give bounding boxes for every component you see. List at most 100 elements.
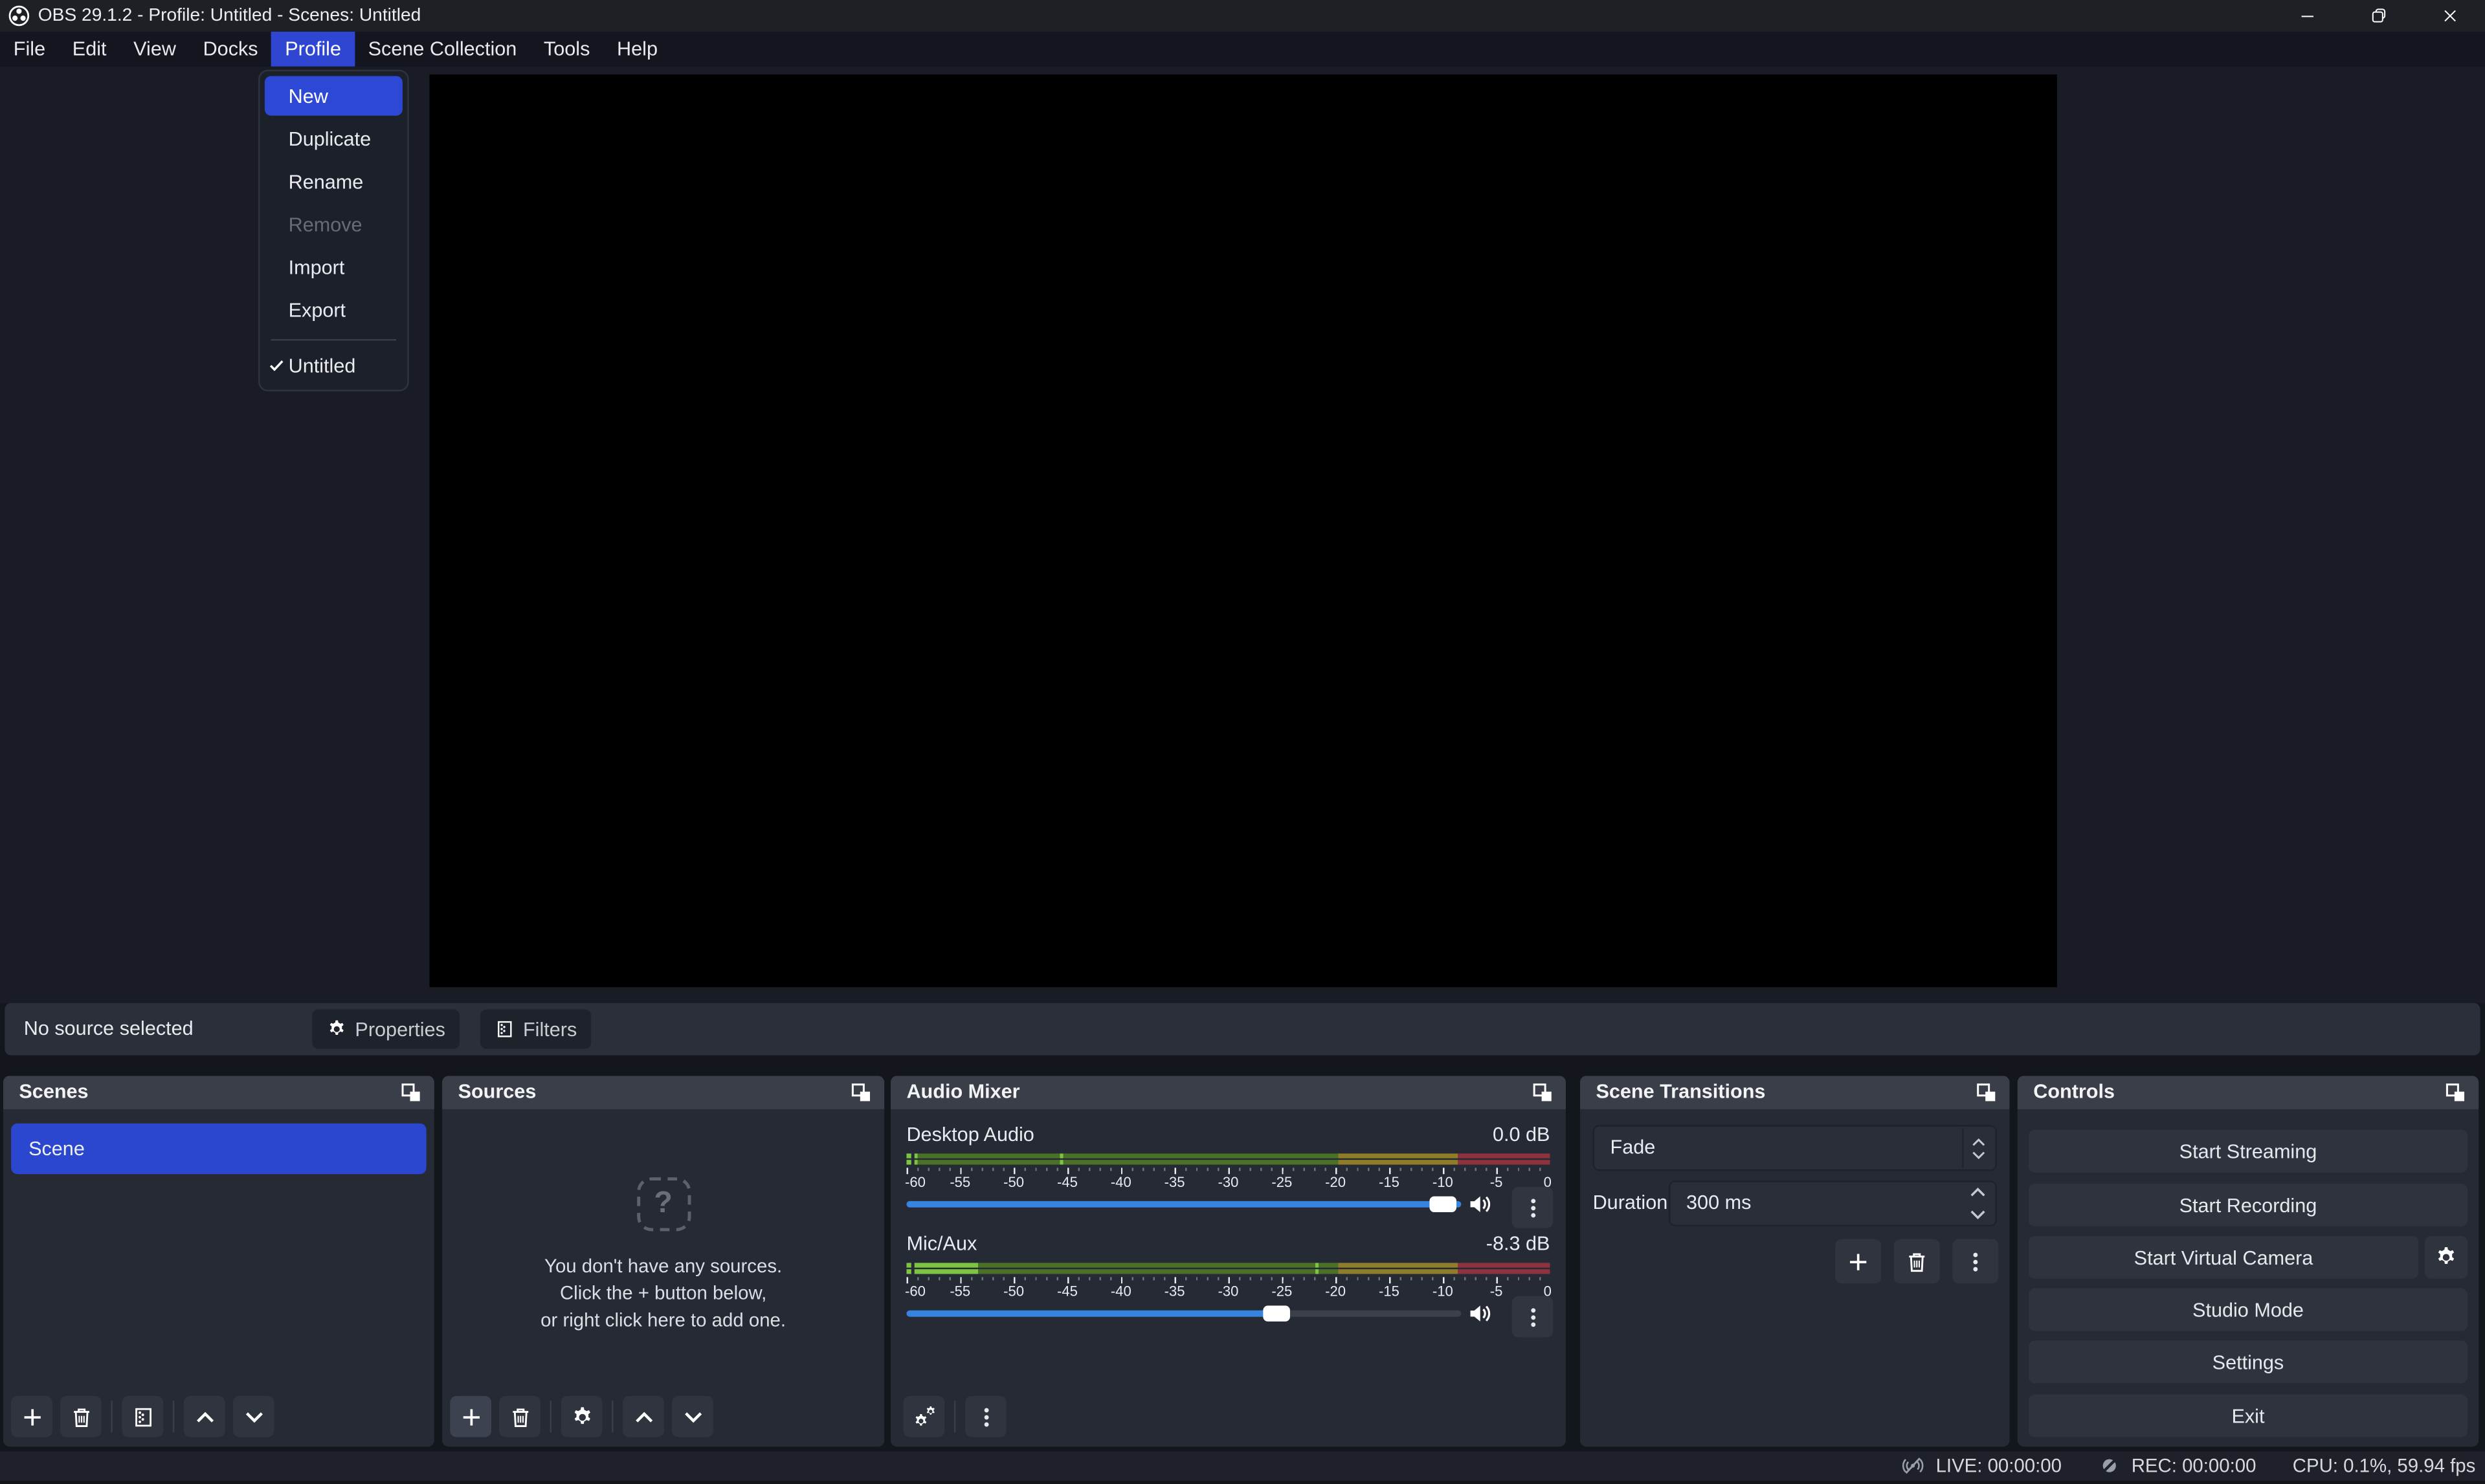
slider-fill (906, 1311, 1275, 1317)
audio-mixer-panel: Audio Mixer Desktop Audio 0.0 dB -60-55-… (891, 1076, 1566, 1446)
filters-button[interactable]: Filters (480, 1010, 591, 1049)
meter-tick-label: -25 (1271, 1174, 1292, 1190)
desktop-audio-volume-slider[interactable] (906, 1201, 1461, 1208)
meter-tick-label: -55 (950, 1283, 970, 1299)
plus-icon (1846, 1250, 1870, 1274)
virtual-camera-settings-button[interactable] (2425, 1236, 2468, 1279)
sources-empty-message: You don't have any sources. Click the + … (442, 1254, 884, 1334)
scene-transitions-panel: Scene Transitions Fade Duration 300 ms (1580, 1076, 2010, 1446)
duration-label: Duration (1593, 1180, 1668, 1226)
toolbar-separator (550, 1401, 552, 1432)
profile-menu-rename[interactable]: Rename (265, 162, 403, 201)
scene-list-item[interactable]: Scene (11, 1124, 426, 1174)
popout-icon[interactable] (849, 1081, 873, 1105)
chevron-down-icon[interactable] (1970, 1209, 1985, 1220)
meter-tick-label: -40 (1111, 1283, 1131, 1299)
profile-menu-duplicate[interactable]: Duplicate (265, 119, 403, 159)
meter-tick-label: -40 (1111, 1174, 1131, 1190)
filters-icon (495, 1019, 515, 1039)
menu-file[interactable]: File (0, 32, 59, 67)
chevron-up-icon[interactable] (1970, 1187, 1985, 1198)
add-transition-button[interactable] (1835, 1239, 1881, 1284)
profile-menu: New Duplicate Rename Remove Import Expor… (258, 70, 409, 392)
menu-view[interactable]: View (120, 32, 189, 67)
meter-tick-label: -20 (1325, 1283, 1346, 1299)
meter-tick-label: -15 (1379, 1174, 1399, 1190)
menu-tools[interactable]: Tools (530, 32, 603, 67)
move-source-down-button[interactable] (672, 1396, 713, 1437)
remove-source-button[interactable] (499, 1396, 540, 1437)
restore-button[interactable] (2343, 0, 2414, 32)
question-mark-icon: ? (636, 1177, 690, 1231)
start-recording-button[interactable]: Start Recording (2029, 1184, 2468, 1226)
menu-edit[interactable]: Edit (59, 32, 120, 67)
menu-help[interactable]: Help (603, 32, 671, 67)
start-virtual-camera-button[interactable]: Start Virtual Camera (2029, 1236, 2418, 1279)
meter-tick-label: -30 (1218, 1283, 1238, 1299)
transition-menu-button[interactable] (1952, 1239, 1998, 1284)
move-scene-down-button[interactable] (233, 1396, 274, 1437)
kebab-menu-icon (1963, 1250, 1987, 1274)
close-button[interactable] (2414, 0, 2485, 32)
transition-select[interactable]: Fade (1593, 1125, 1997, 1171)
popout-icon[interactable] (1975, 1081, 1999, 1105)
plus-icon (20, 1404, 44, 1428)
chevron-up-icon (192, 1404, 216, 1428)
menu-bar: File Edit View Docks Profile Scene Colle… (0, 32, 2485, 67)
scene-filters-button[interactable] (122, 1396, 164, 1437)
popout-icon[interactable] (2444, 1081, 2468, 1105)
gear-icon (570, 1404, 594, 1428)
move-source-up-button[interactable] (623, 1396, 664, 1437)
advanced-audio-properties-button[interactable] (904, 1396, 945, 1437)
profile-menu-new[interactable]: New (265, 76, 403, 116)
properties-button[interactable]: Properties (312, 1010, 460, 1049)
speaker-icon[interactable] (1467, 1191, 1493, 1217)
chevron-down-icon (681, 1404, 705, 1428)
add-source-button[interactable] (450, 1396, 491, 1437)
remove-scene-button[interactable] (60, 1396, 102, 1437)
sources-panel: Sources ? You don't have any sources. Cl… (442, 1076, 884, 1446)
combo-spinner[interactable] (1965, 1127, 1990, 1169)
add-scene-button[interactable] (11, 1396, 52, 1437)
slider-fill (906, 1201, 1461, 1208)
preview-canvas[interactable] (430, 74, 2057, 987)
speaker-icon[interactable] (1467, 1301, 1493, 1326)
duration-spinbox[interactable]: 300 ms (1669, 1180, 1997, 1226)
profile-menu-import[interactable]: Import (265, 247, 403, 287)
controls-title: Controls (2033, 1076, 2115, 1109)
exit-button[interactable]: Exit (2029, 1395, 2468, 1437)
popout-icon[interactable] (1531, 1081, 1555, 1105)
controls-header: Controls (2018, 1076, 2479, 1109)
move-scene-up-button[interactable] (184, 1396, 225, 1437)
mic-aux-menu-button[interactable] (1512, 1296, 1554, 1338)
mixer-menu-button[interactable] (965, 1396, 1007, 1437)
menu-profile[interactable]: Profile (271, 32, 354, 67)
slider-handle[interactable] (1263, 1305, 1290, 1321)
filters-icon (131, 1404, 155, 1428)
chevron-up-icon (632, 1404, 656, 1428)
kebab-menu-icon (974, 1404, 998, 1428)
menu-scene-collection[interactable]: Scene Collection (355, 32, 530, 67)
remove-transition-button[interactable] (1894, 1239, 1940, 1284)
empty-line-2: Click the + button below, (442, 1280, 884, 1307)
scenes-panel: Scenes Scene (3, 1076, 434, 1446)
audio-mixer-title: Audio Mixer (906, 1076, 1020, 1109)
studio-mode-button[interactable]: Studio Mode (2029, 1289, 2468, 1331)
source-properties-button[interactable] (561, 1396, 603, 1437)
profile-menu-untitled[interactable]: Untitled (265, 346, 403, 385)
menu-docks[interactable]: Docks (190, 32, 272, 67)
meter-tick-label: -10 (1432, 1174, 1453, 1190)
start-streaming-button[interactable]: Start Streaming (2029, 1130, 2468, 1173)
window-title: OBS 29.1.2 - Profile: Untitled - Scenes:… (38, 0, 421, 32)
meter-tick-label: -45 (1057, 1283, 1078, 1299)
chevron-down-icon (1971, 1149, 1985, 1159)
minimize-button[interactable] (2271, 0, 2342, 32)
slider-handle[interactable] (1429, 1196, 1456, 1212)
mic-aux-volume-slider[interactable] (906, 1311, 1461, 1317)
profile-menu-export[interactable]: Export (265, 290, 403, 329)
desktop-audio-menu-button[interactable] (1512, 1187, 1554, 1228)
sources-panel-title: Sources (458, 1076, 537, 1109)
checkmark-icon (268, 357, 285, 374)
popout-icon[interactable] (399, 1081, 423, 1105)
settings-button[interactable]: Settings (2029, 1340, 2468, 1383)
